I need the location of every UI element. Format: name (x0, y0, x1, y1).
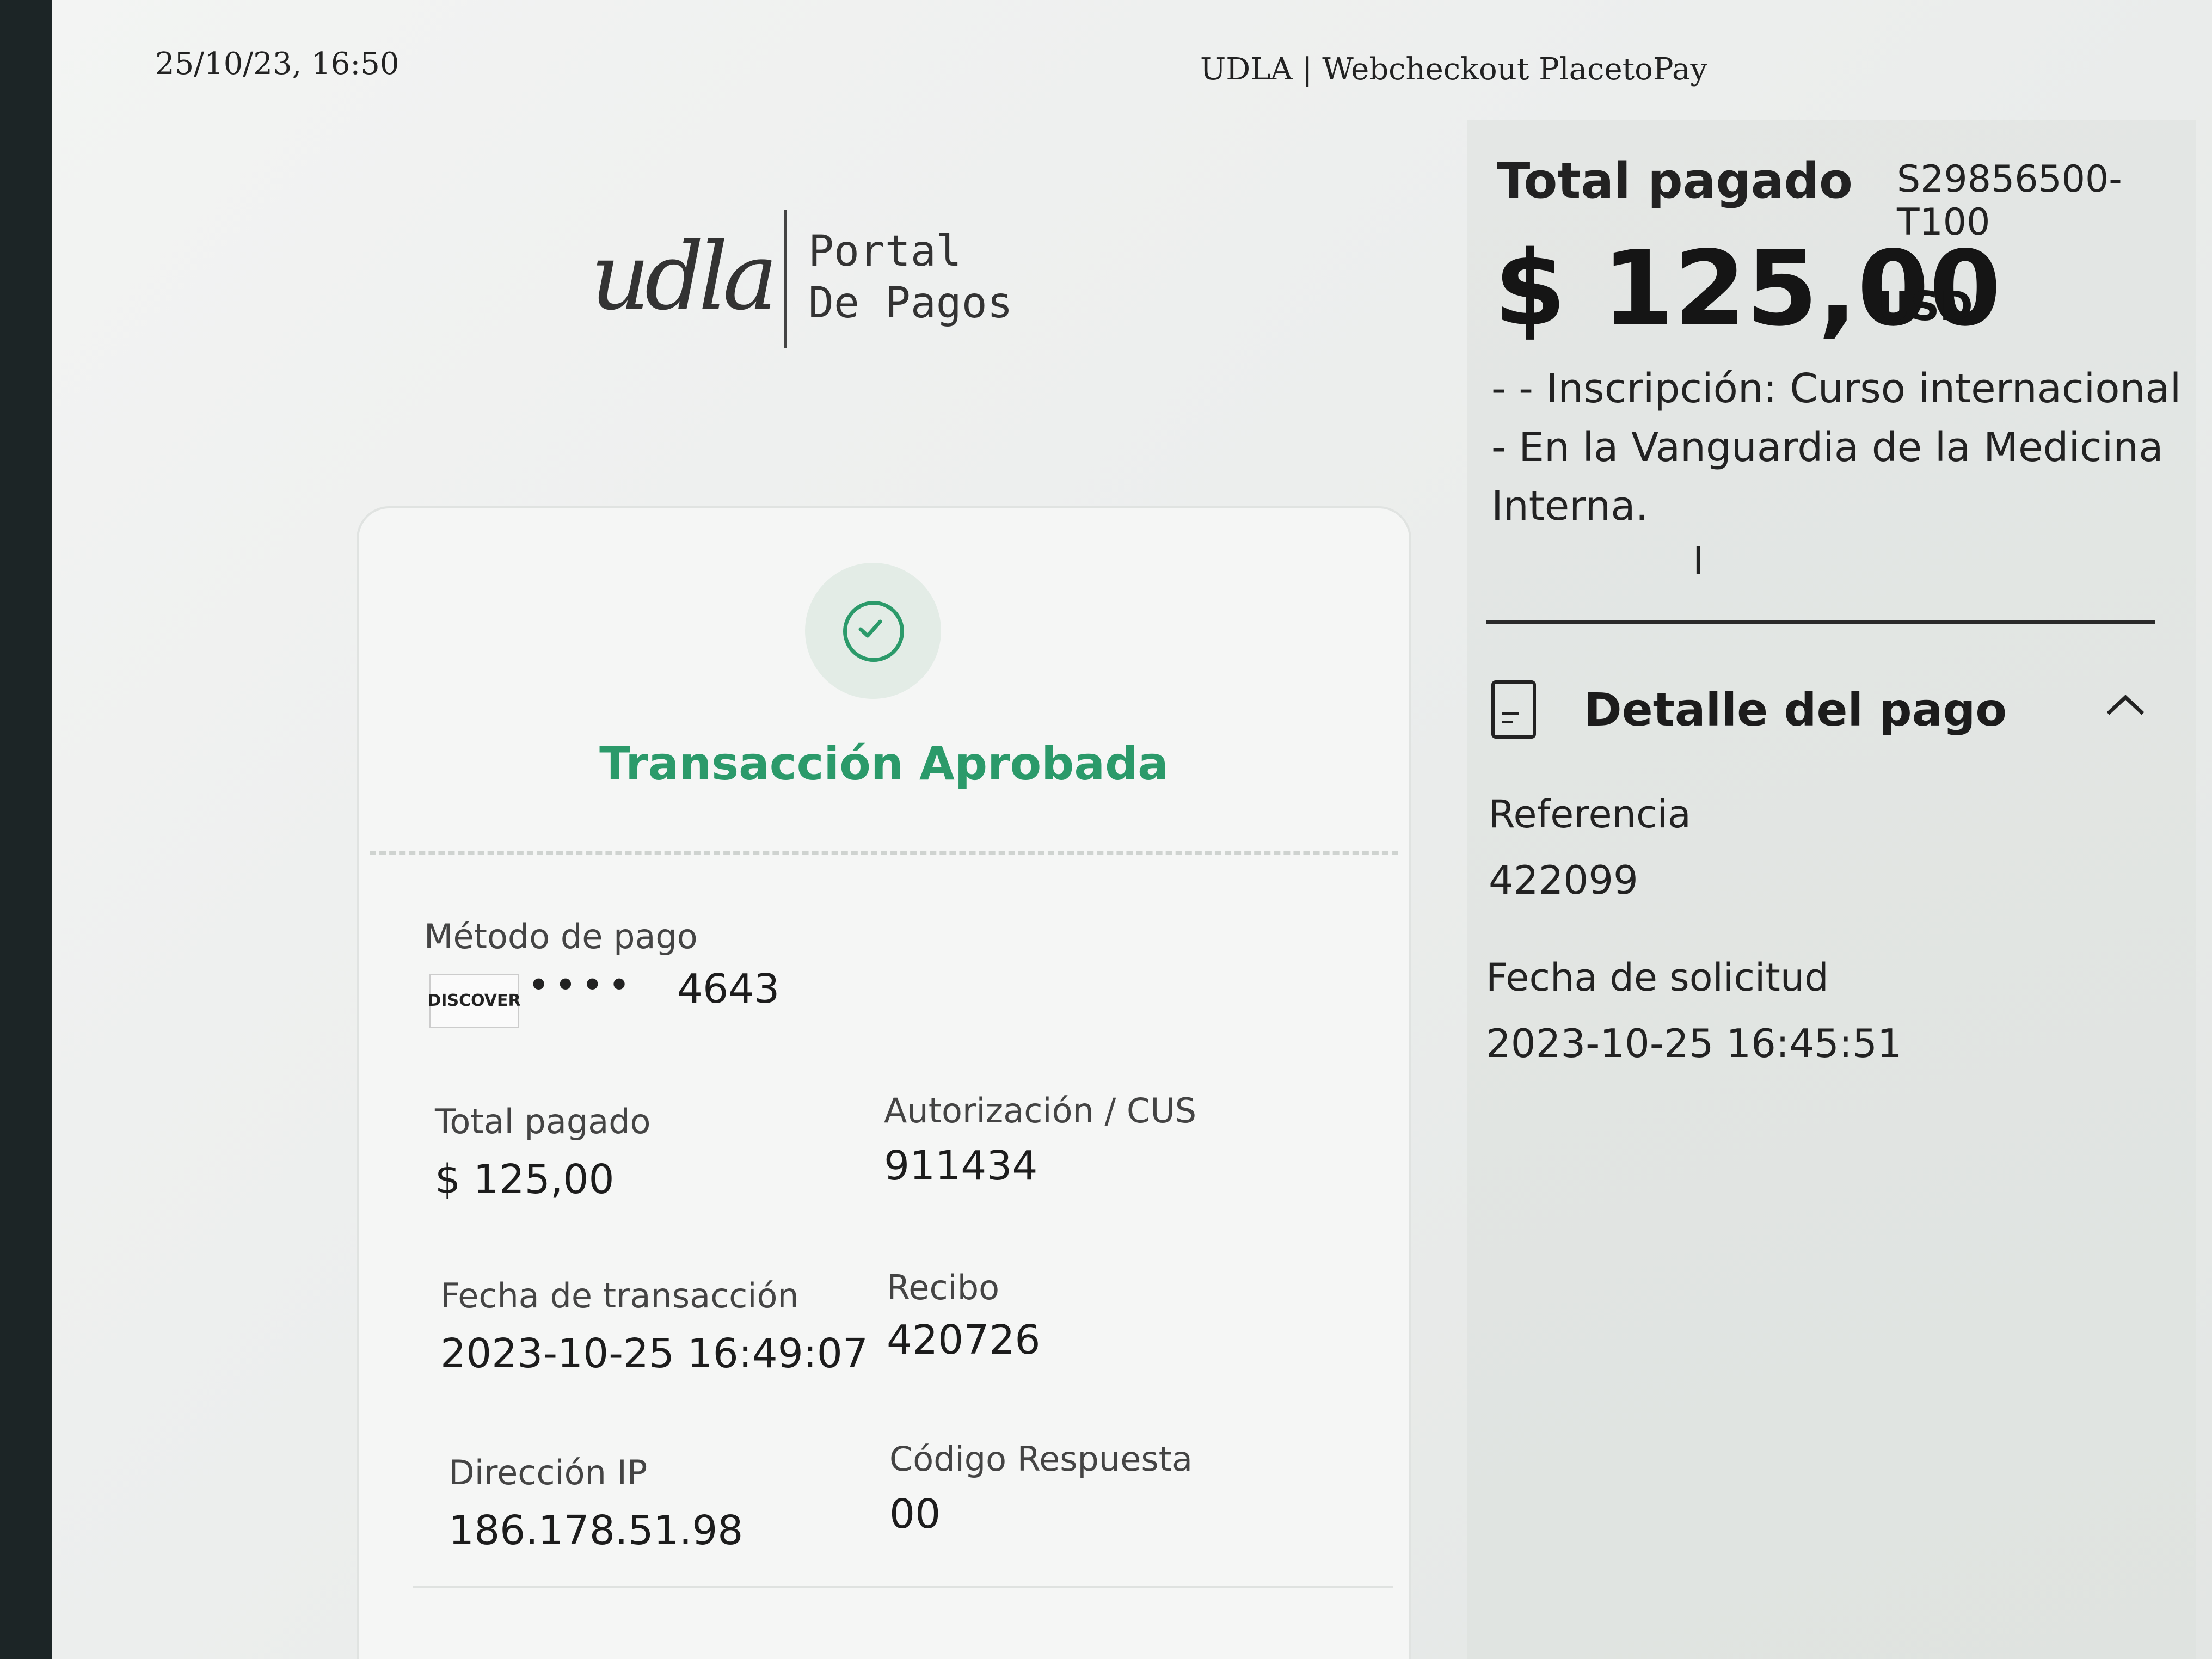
receipt-label: Recibo (887, 1268, 1000, 1307)
transaction-card: Transacción Aprobada Método de pago DISC… (357, 506, 1411, 1659)
udla-logo: udla Portal De Pagos (591, 201, 1059, 354)
card-mask: •••• (527, 963, 635, 1007)
authorization-label: Autorización / CUS (884, 1091, 1197, 1130)
card-bottom-divider (413, 1586, 1393, 1588)
udla-logo-mark: udla (591, 223, 778, 331)
response-code-label: Código Respuesta (889, 1439, 1193, 1479)
summary-currency: USD (1878, 283, 1973, 330)
document-icon (1491, 680, 1536, 739)
print-page-title: UDLA | Webcheckout PlacetoPay (1200, 52, 1708, 87)
total-paid-value: $ 125,00 (435, 1156, 615, 1203)
transaction-status: Transacción Aprobada (599, 737, 1169, 790)
browser-page: 25/10/23, 16:50 UDLA | Webcheckout Place… (52, 0, 2212, 1659)
response-code-value: 00 (889, 1491, 941, 1538)
check-circle-icon (805, 563, 941, 699)
summary-divider (1486, 620, 2155, 624)
transaction-date-label: Fecha de transacción (440, 1276, 799, 1316)
total-paid-label: Total pagado (435, 1102, 651, 1141)
reference-label: Referencia (1489, 792, 1691, 837)
ip-address-value: 186.178.51.98 (448, 1507, 744, 1554)
card-last4: 4643 (677, 966, 780, 1012)
logo-divider (784, 210, 787, 348)
payment-detail-title[interactable]: Detalle del pago (1584, 683, 2007, 736)
ip-address-label: Dirección IP (448, 1453, 648, 1492)
summary-total-label: Total pagado (1497, 152, 1853, 210)
reference-value: 422099 (1489, 857, 1638, 903)
chevron-up-icon[interactable] (2104, 678, 2147, 728)
authorization-value: 911434 (884, 1142, 1038, 1189)
payment-method-label: Método de pago (424, 917, 698, 956)
transaction-date-value: 2023-10-25 16:49:07 (440, 1330, 868, 1377)
payment-summary-panel: Total pagado S29856500-T100 $ 125,00 USD… (1467, 120, 2196, 1659)
request-date-value: 2023-10-25 16:45:51 (1486, 1021, 1902, 1066)
request-date-label: Fecha de solicitud (1486, 955, 1829, 1000)
dashed-divider (370, 851, 1398, 855)
receipt-value: 420726 (887, 1317, 1041, 1363)
text-cursor-icon: I (1693, 539, 1704, 583)
discover-card-icon: DISCOVER (427, 974, 521, 1028)
logo-text: Portal De Pagos (808, 227, 1013, 328)
payment-description: - - Inscripción: Curso internacional - E… (1491, 365, 2182, 530)
print-datetime: 25/10/23, 16:50 (155, 46, 400, 82)
